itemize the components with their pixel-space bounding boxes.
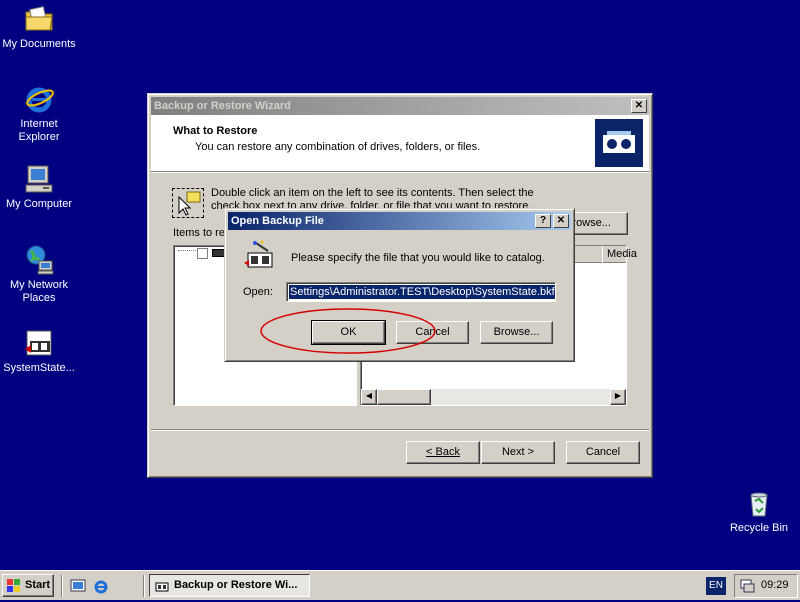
start-button[interactable]: Start xyxy=(2,574,54,597)
ok-button[interactable]: OK xyxy=(311,320,386,345)
dialog-prompt: Please specify the file that you would l… xyxy=(291,252,545,264)
quick-launch-divider xyxy=(61,575,63,597)
desktop-icon-label: SystemState... xyxy=(3,362,75,374)
dialog-title: Open Backup File xyxy=(231,215,324,227)
task-backup-icon xyxy=(154,578,170,594)
desktop-icon-label: My Computer xyxy=(5,198,73,210)
desktop-icon-label: Internet Explorer xyxy=(18,118,60,143)
desktop-icon-my-network-places[interactable]: My Network Places xyxy=(0,244,78,305)
next-button[interactable]: Next > xyxy=(481,441,555,464)
network-icon xyxy=(23,244,55,276)
wizard-heading: What to Restore xyxy=(173,125,258,137)
task-button-backup[interactable]: Backup or Restore Wi... xyxy=(149,574,310,597)
wizard-cancel-button[interactable]: Cancel xyxy=(566,441,640,464)
open-path-value: Settings\Administrator.TEST\Desktop\Syst… xyxy=(289,285,555,299)
internet-explorer-icon xyxy=(23,83,55,115)
scroll-right-button[interactable]: ▶ xyxy=(610,389,626,405)
dialog-browse-button[interactable]: Browse... xyxy=(480,321,553,344)
horizontal-scrollbar[interactable]: ◀ ▶ xyxy=(361,389,626,405)
quicklaunch-desktop-icon[interactable] xyxy=(70,578,86,594)
language-indicator[interactable]: EN xyxy=(706,577,726,595)
wizard-footer-separator xyxy=(151,429,649,431)
wizard-close-button[interactable]: ✕ xyxy=(631,99,647,113)
dialog-cancel-button[interactable]: Cancel xyxy=(396,321,469,344)
folder-documents-icon xyxy=(23,3,55,35)
column-header-media[interactable]: Media xyxy=(602,246,637,263)
dialog-help-button[interactable]: ? xyxy=(535,214,551,228)
quicklaunch-ie-icon[interactable] xyxy=(93,578,109,594)
wizard-title: Backup or Restore Wizard xyxy=(154,100,291,112)
desktop-icon-internet-explorer[interactable]: Internet Explorer xyxy=(0,83,78,144)
open-label: Open: xyxy=(243,286,273,298)
wizard-header-separator xyxy=(151,171,649,173)
scroll-thumb[interactable] xyxy=(377,389,431,405)
desktop-icon-label: Recycle Bin xyxy=(729,522,789,534)
computer-icon xyxy=(23,163,55,195)
dialog-close-button[interactable]: ✕ xyxy=(553,214,569,228)
desktop-icon-my-documents[interactable]: My Documents xyxy=(0,3,78,51)
desktop-icon-label: My Documents xyxy=(2,38,76,50)
start-label: Start xyxy=(25,579,51,591)
wizard-subheading: You can restore any combination of drive… xyxy=(195,141,481,153)
desktop-icon-recycle-bin[interactable]: Recycle Bin xyxy=(720,487,798,535)
network-tray-icon[interactable] xyxy=(739,578,755,594)
backup-logo-icon xyxy=(595,119,643,167)
taskbar: Start Backup or Restore Wi... EN 09:29 xyxy=(0,570,800,600)
wizard-header: What to Restore You can restore any comb… xyxy=(151,115,649,171)
wizard-titlebar[interactable]: Backup or Restore Wizard ✕ xyxy=(151,97,649,115)
back-button[interactable]: < Back xyxy=(406,441,480,464)
desktop-icon-systemstate[interactable]: SystemState... xyxy=(0,327,78,375)
scroll-left-button[interactable]: ◀ xyxy=(361,389,377,405)
backup-file-icon xyxy=(23,327,55,359)
tree-expand-icon[interactable] xyxy=(178,250,198,251)
dialog-titlebar[interactable]: Open Backup File ? ✕ xyxy=(228,212,571,230)
catalog-icon xyxy=(242,239,276,273)
desktop-icon-label: My Network Places xyxy=(9,279,69,304)
open-path-field[interactable]: Settings\Administrator.TEST\Desktop\Syst… xyxy=(286,282,556,302)
tree-item-checkbox[interactable] xyxy=(197,248,208,259)
recycle-bin-icon xyxy=(743,487,775,519)
windows-logo-icon xyxy=(7,579,21,592)
open-backup-file-dialog: Open Backup File ? ✕ Please specify the … xyxy=(224,208,575,362)
clock[interactable]: 09:29 xyxy=(761,579,789,591)
instructions-icon xyxy=(172,188,204,218)
quick-launch-divider-2 xyxy=(143,575,145,597)
system-tray: 09:29 xyxy=(734,574,798,598)
desktop-icon-my-computer[interactable]: My Computer xyxy=(0,163,78,211)
